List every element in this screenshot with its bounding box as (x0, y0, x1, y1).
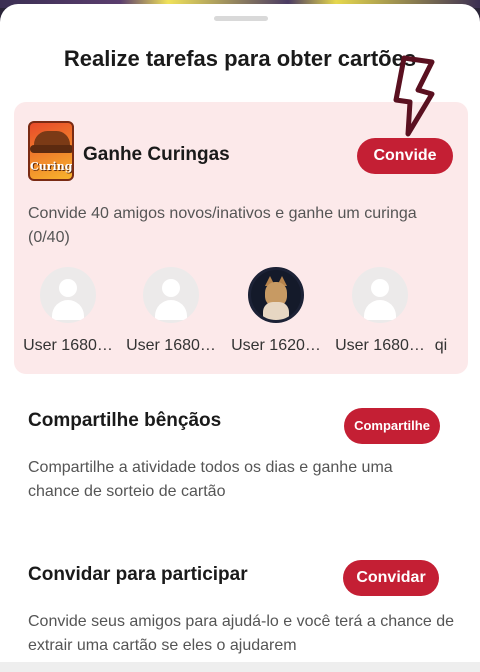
task-card-curingas: Curinga Ganhe Curingas Convide Convide 4… (14, 102, 468, 374)
default-user-icon (40, 267, 96, 323)
friend-name: User 1620… (231, 337, 321, 354)
task-name: Convidar para participar (28, 564, 248, 585)
cat-avatar-icon (248, 267, 304, 323)
friend-name: User 1680… (23, 337, 113, 354)
convidar-button[interactable]: Convidar (343, 560, 439, 596)
convide-button[interactable]: Convide (357, 138, 453, 174)
invited-friends-list: User 1680… User 1680… User 1620… User 16… (23, 267, 468, 367)
task-name: Ganhe Curingas (83, 144, 230, 165)
compartilhe-button[interactable]: Compartilhe (344, 408, 440, 444)
task-description: Convide 40 amigos novos/inativos e ganhe… (28, 205, 417, 246)
drag-handle[interactable] (214, 16, 268, 21)
task-name: Compartilhe bênçãos (28, 410, 222, 431)
task-description: Convide seus amigos para ajudá-lo e você… (28, 613, 455, 654)
task-description: Compartilhe a atividade todos os dias e … (28, 459, 393, 500)
friend-name: qi (434, 337, 448, 354)
bottom-sheet: Realize tarefas para obter cartões Curin… (0, 4, 480, 672)
curinga-cowboy-hat-icon: Curinga (28, 121, 74, 181)
bottom-bar (0, 662, 480, 672)
default-user-icon (352, 267, 408, 323)
friend-name: User 1680… (126, 337, 216, 354)
default-user-icon (143, 267, 199, 323)
pointer-arrow-icon (393, 55, 435, 137)
icon-logo-text: Curinga (30, 160, 73, 173)
